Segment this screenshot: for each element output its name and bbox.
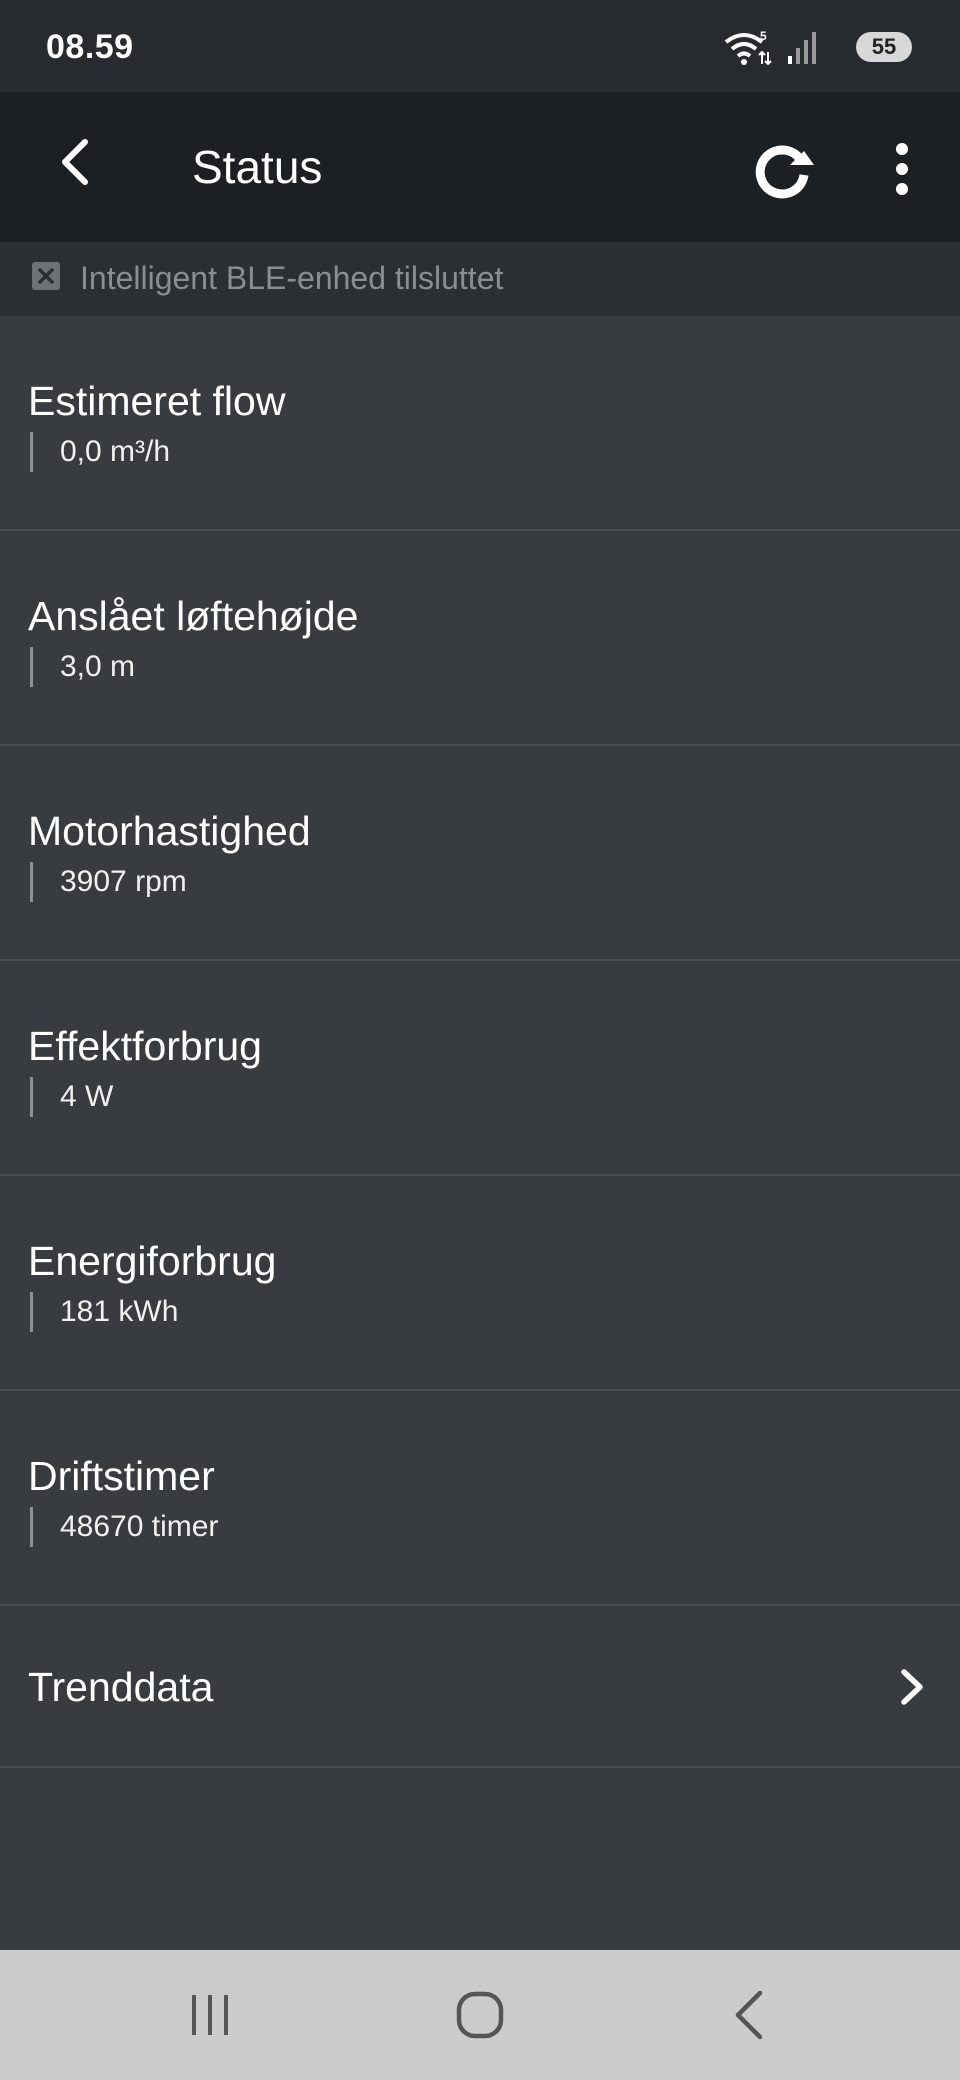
item-label: Driftstimer [28, 1453, 215, 1499]
list-item-estimated-flow[interactable]: Estimeret flow 0,0 m³/h [0, 316, 960, 531]
refresh-button[interactable] [742, 129, 822, 209]
battery-icon: 55 [856, 32, 912, 62]
item-value: 48670 timer [60, 1510, 219, 1543]
list-item-operating-hours[interactable]: Driftstimer 48670 timer [0, 1391, 960, 1606]
value-indicator [30, 1507, 33, 1547]
value-indicator [30, 862, 33, 902]
ble-connection-banner: Intelligent BLE-enhed tilsluttet [0, 242, 960, 316]
status-time: 08.59 [46, 28, 134, 66]
item-label: Effektforbrug [28, 1023, 262, 1069]
item-value: 181 kWh [60, 1295, 179, 1328]
signal-icon [788, 32, 816, 64]
more-button[interactable] [880, 129, 924, 209]
list-item-motor-speed[interactable]: Motorhastighed 3907 rpm [0, 746, 960, 961]
back-icon[interactable] [720, 1985, 780, 2045]
chevron-left-icon [62, 139, 88, 185]
item-value: 3,0 m [60, 650, 136, 683]
value-indicator [30, 1292, 33, 1332]
status-list: Estimeret flow 0,0 m³/h Anslået løftehøj… [0, 316, 960, 1768]
item-label: Energiforbrug [28, 1238, 277, 1284]
status-bar: 08.59 5 55 [0, 0, 960, 92]
list-item-power-consumption[interactable]: Effektforbrug 4 W [0, 961, 960, 1176]
item-value: 0,0 m³/h [60, 435, 171, 468]
list-item-energy-consumption[interactable]: Energiforbrug 181 kWh [0, 1176, 960, 1391]
item-label: Anslået løftehøjde [28, 593, 359, 639]
system-nav-bar [0, 1950, 960, 2080]
home-icon[interactable] [450, 1985, 510, 2045]
close-box-icon[interactable] [32, 262, 60, 290]
wifi-icon: 5 [724, 30, 772, 66]
recents-icon[interactable] [180, 1985, 240, 2045]
value-indicator [30, 1077, 33, 1117]
item-value: 3907 rpm [60, 865, 187, 898]
trend-label: Trenddata [28, 1664, 214, 1710]
item-value: 4 W [60, 1080, 114, 1113]
page-title: Status [192, 141, 323, 193]
list-item-trend-data[interactable]: Trenddata [0, 1606, 960, 1768]
more-vertical-icon [896, 143, 908, 195]
value-indicator [30, 647, 33, 687]
chevron-right-icon [901, 1669, 923, 1705]
wifi-badge: 5 [760, 30, 767, 43]
item-label: Motorhastighed [28, 808, 311, 854]
ble-banner-text: Intelligent BLE-enhed tilsluttet [80, 260, 504, 296]
value-indicator [30, 432, 33, 472]
back-button[interactable] [40, 127, 110, 197]
item-label: Estimeret flow [28, 378, 286, 424]
app-bar: Status [0, 92, 960, 242]
list-item-estimated-head[interactable]: Anslået løftehøjde 3,0 m [0, 531, 960, 746]
refresh-icon [755, 145, 814, 199]
